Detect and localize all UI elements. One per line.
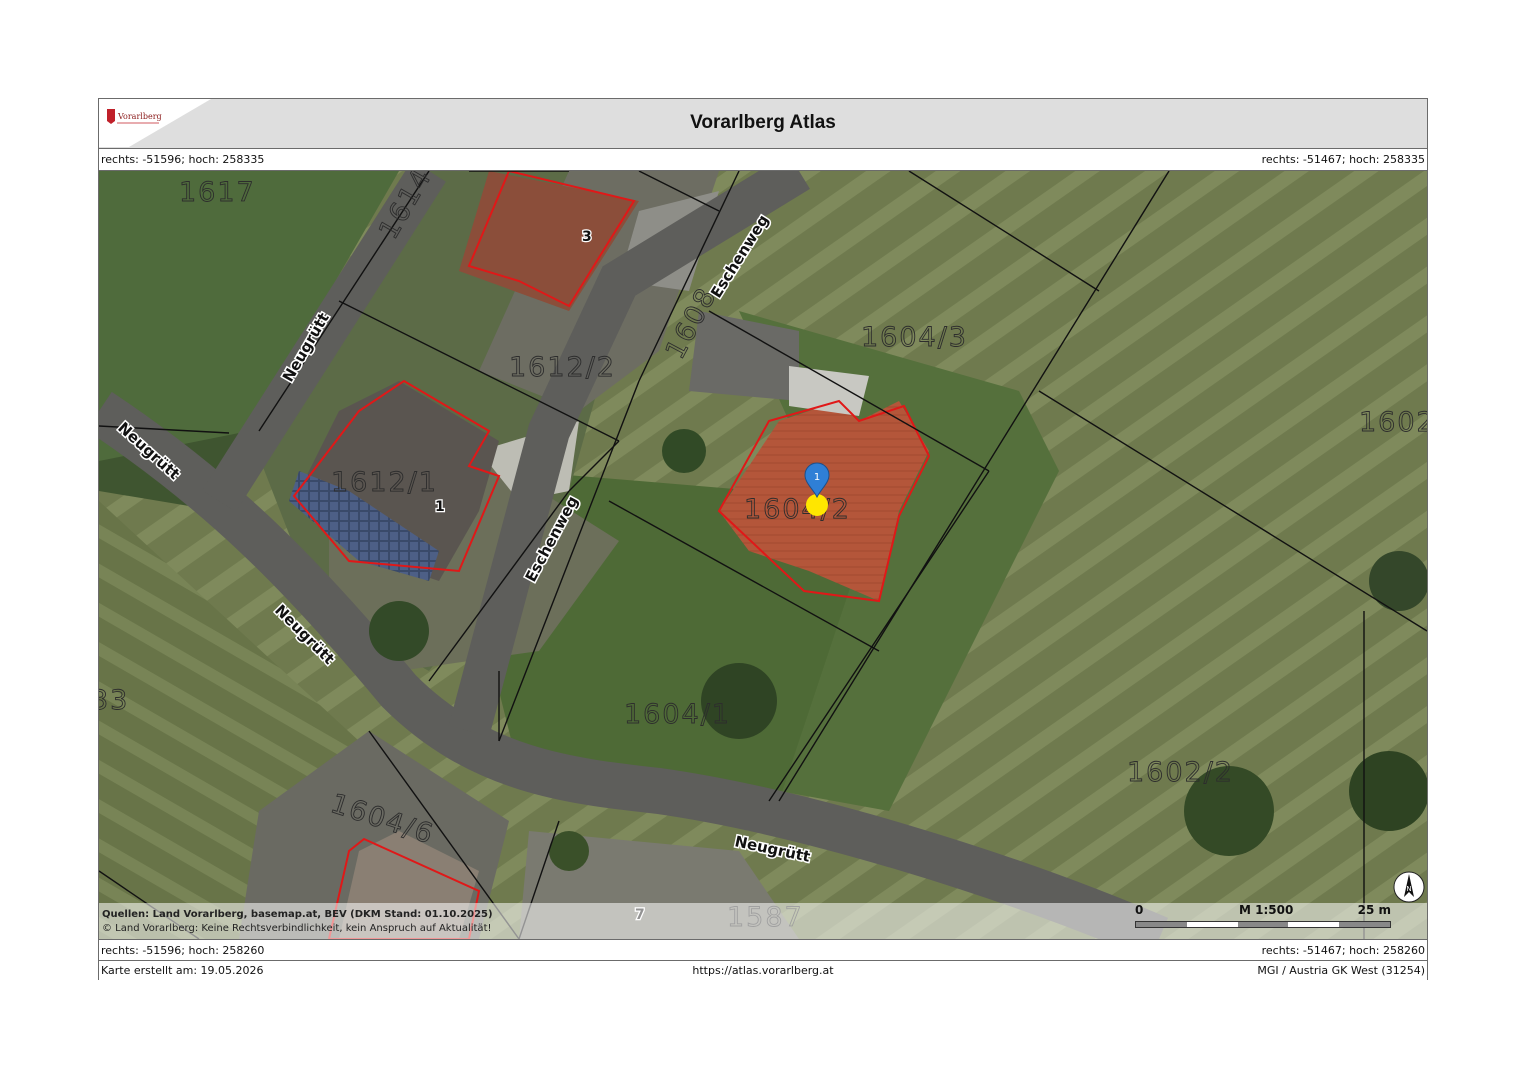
top-coordinate-row: rechts: -51596; hoch: 258335 rechts: -51… — [99, 149, 1427, 171]
parcel-label: 1612/2 — [509, 352, 616, 383]
parcel-label: 1602 — [1359, 407, 1427, 438]
footer-url-link[interactable]: https://atlas.vorarlberg.at — [99, 964, 1427, 977]
scale-bar-graphic — [1135, 921, 1391, 928]
scale-start-label: 0 — [1135, 903, 1144, 917]
attribution-sources: Quellen: Land Vorarlberg, basemap.at, BE… — [102, 909, 493, 920]
marker-label: 1 — [814, 472, 820, 483]
coord-bottom-right: rechts: -51467; hoch: 258260 — [1261, 944, 1425, 957]
north-arrow-icon: N — [1393, 871, 1425, 903]
scale-bar: 0 M 1:500 25 m — [1135, 903, 1391, 931]
parcel-label: 1604/3 — [861, 322, 968, 353]
page-title: Vorarlberg Atlas — [690, 112, 836, 133]
scale-end-label: 25 m — [1357, 903, 1391, 917]
svg-text:N: N — [1406, 885, 1411, 893]
house-number: 3 — [582, 229, 592, 245]
parcel-label: 1604/1 — [624, 699, 731, 730]
aerial-map[interactable]: 1617 1614 1612/2 1608 1604/3 1602 1612/1… — [99, 171, 1427, 939]
bottom-coordinate-row: rechts: -51596; hoch: 258260 rechts: -51… — [99, 939, 1427, 961]
attribution-disclaimer: © Land Vorarlberg: Keine Rechtsverbindli… — [102, 923, 492, 934]
parcel-label: 33 — [99, 685, 129, 716]
parcel-label: 1604/2 — [744, 494, 851, 525]
coord-top-right: rechts: -51467; hoch: 258335 — [1261, 153, 1425, 166]
parcel-label: 1602/2 — [1127, 757, 1234, 788]
coord-top-left: rechts: -51596; hoch: 258335 — [101, 153, 265, 166]
parcel-label: 1617 — [179, 177, 256, 208]
scale-ratio-label: M 1:500 — [1239, 903, 1294, 917]
map-canvas[interactable]: 1617 1614 1612/2 1608 1604/3 1602 1612/1… — [99, 171, 1427, 939]
coord-bottom-left: rechts: -51596; hoch: 258260 — [101, 944, 265, 957]
footer: Karte erstellt am: 19.05.2026 https://at… — [99, 961, 1427, 980]
map-frame: Vorarlberg Vorarlberg Atlas rechts: -515… — [98, 98, 1428, 980]
parcel-label: 1612/1 — [331, 467, 438, 498]
header: Vorarlberg Vorarlberg Atlas — [99, 99, 1427, 149]
house-number: 1 — [435, 499, 445, 515]
footer-crs: MGI / Austria GK West (31254) — [1257, 964, 1425, 977]
